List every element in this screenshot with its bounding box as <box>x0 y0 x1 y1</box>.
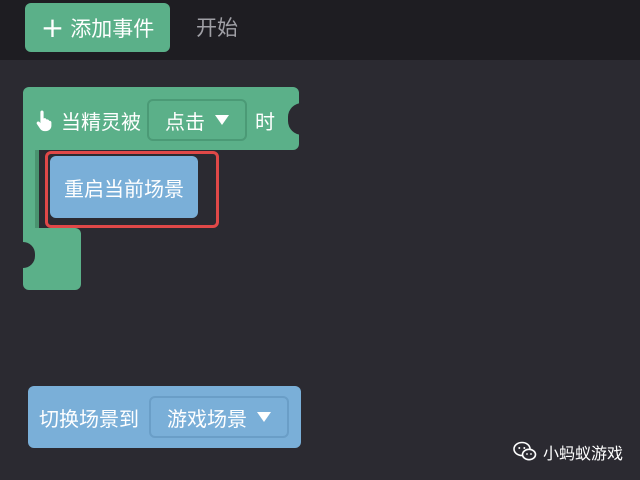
add-event-label: 添加事件 <box>70 16 155 41</box>
trigger-dropdown[interactable]: 点击 <box>147 99 247 141</box>
restart-scene-label: 重启当前场景 <box>64 176 184 201</box>
tab-start[interactable]: 开始 <box>196 13 238 43</box>
scene-dropdown-value: 游戏场景 <box>167 406 247 431</box>
switch-scene-block[interactable]: 切换场景到 游戏场景 <box>28 386 301 448</box>
trigger-dropdown-value: 点击 <box>165 109 205 134</box>
event-block-row: 当精灵被 点击 时 <box>33 99 275 141</box>
event-block-spine-shadow <box>35 150 39 228</box>
switch-scene-label: 切换场景到 <box>39 406 139 431</box>
plus-icon: + <box>40 10 65 44</box>
hand-pointer-icon <box>36 110 52 132</box>
wechat-icon <box>513 441 537 461</box>
watermark-text: 小蚂蚁游戏 <box>543 444 624 463</box>
event-suffix-label: 时 <box>255 109 275 134</box>
chevron-down-icon <box>257 412 271 422</box>
restart-scene-block[interactable]: 重启当前场景 <box>50 156 198 218</box>
add-event-button[interactable]: + 添加事件 <box>25 3 170 52</box>
chevron-down-icon <box>215 115 229 125</box>
top-toolbar: + 添加事件 开始 <box>0 0 640 60</box>
scene-dropdown[interactable]: 游戏场景 <box>149 396 289 438</box>
watermark: 小蚂蚁游戏 <box>513 440 623 464</box>
event-prefix-label: 当精灵被 <box>61 109 141 134</box>
